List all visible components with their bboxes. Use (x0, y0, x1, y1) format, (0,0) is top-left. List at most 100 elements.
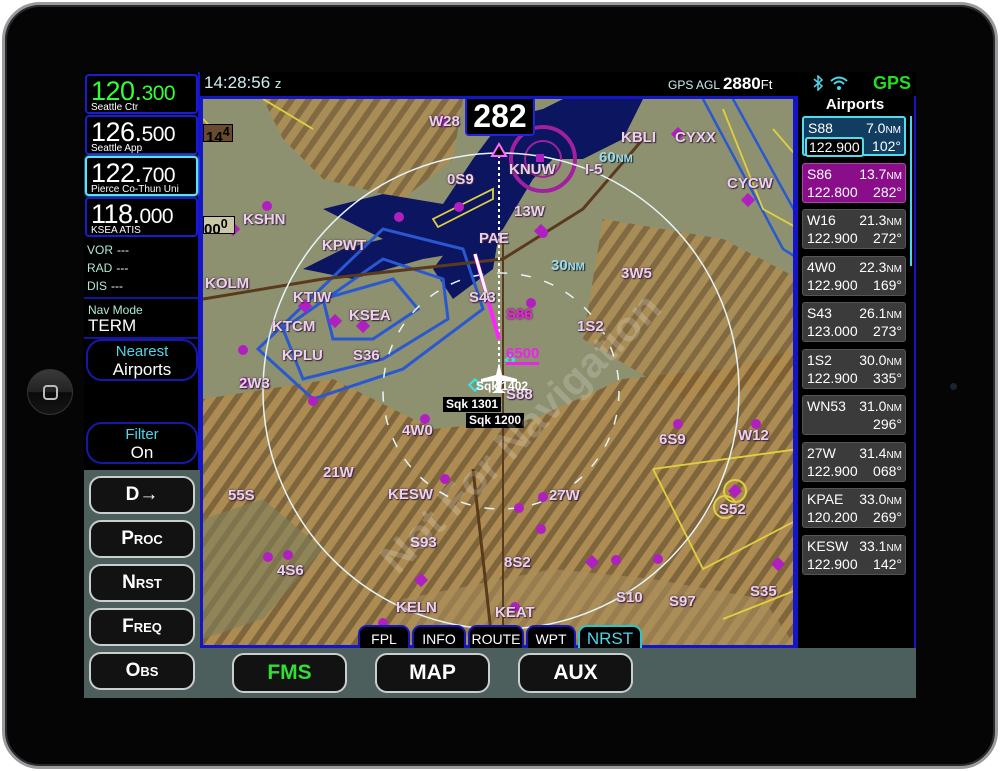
airport-id: 27W (807, 444, 836, 461)
airport-label[interactable]: 55S (228, 487, 255, 504)
bottom-key-bar: FMS MAP AUX (200, 648, 916, 698)
com-label: Pierce Co-Thun Uni (91, 184, 179, 195)
scrollbar[interactable] (910, 116, 912, 266)
airport-list-item[interactable]: W16 21.3NM 122.900 272° (802, 209, 906, 249)
airport-label[interactable]: KSHN (243, 211, 286, 228)
airport-label[interactable]: KPWT (322, 237, 366, 254)
com-frequency-3[interactable]: 122.700 Pierce Co-Thun Uni (85, 156, 198, 196)
airport-label[interactable]: 13W (514, 203, 545, 220)
home-square-icon (43, 385, 58, 400)
time-value: 14:28:56 (204, 73, 271, 92)
airport-label[interactable]: KSEA (349, 307, 391, 324)
airport-label[interactable]: S86 (506, 306, 533, 323)
airport-distance: 30.0NM (859, 352, 902, 368)
com-frequency-2[interactable]: 126.500 Seattle App (85, 115, 198, 155)
alt-tape-value: 00 (204, 221, 221, 238)
distance-unit: NM (885, 125, 901, 136)
altitude-tape-top: 144 (203, 124, 233, 146)
airport-bearing: 068° (873, 462, 902, 479)
map-label: MAP (409, 661, 456, 684)
airport-label[interactable]: W28 (429, 113, 460, 130)
status-bar: 14:28:56 z GPS AGL 2880Ft GPS (200, 72, 916, 96)
home-button[interactable] (27, 369, 73, 415)
airport-label[interactable]: S36 (353, 347, 380, 364)
airport-label[interactable]: 6S9 (659, 431, 686, 448)
tab-label: NRST (586, 629, 634, 648)
airport-list-item[interactable]: WN53 31.0NM 296° (802, 395, 906, 435)
airport-label[interactable]: PAE (479, 230, 509, 247)
direct-to-icon: D→ (125, 484, 159, 505)
airport-label[interactable]: CYXX (675, 129, 716, 146)
distance-value: 26.1 (859, 305, 887, 321)
airport-label[interactable]: 8S2 (504, 554, 531, 571)
airport-label[interactable]: KELN (396, 599, 437, 616)
com-frequency-4[interactable]: 118.000 KSEA ATIS (85, 197, 198, 237)
fms-button[interactable]: FMS (232, 653, 347, 693)
airport-label[interactable]: KTCM (272, 318, 315, 335)
airport-label[interactable]: CYCW (727, 175, 773, 192)
aux-button[interactable]: AUX (518, 653, 633, 693)
proc-button[interactable]: Proc (89, 520, 195, 558)
freq-button[interactable]: Freq (89, 608, 195, 646)
airport-bearing: 142° (873, 555, 902, 572)
airport-label[interactable]: W12 (738, 427, 769, 444)
distance-value: 7.0 (865, 120, 886, 136)
airport-list-item[interactable]: S88 7.0NM 122.900 102° (802, 116, 906, 157)
airport-label[interactable]: 2W3 (239, 375, 270, 392)
airport-label[interactable]: 3W5 (621, 265, 652, 282)
distance-unit: NM (886, 217, 902, 228)
direct-to-button[interactable]: D→ (89, 476, 195, 514)
zulu-time: 14:28:56 z (204, 73, 281, 93)
map-button[interactable]: MAP (375, 653, 490, 693)
airport-label[interactable]: 4S6 (277, 562, 304, 579)
airport-label[interactable]: S52 (719, 501, 746, 518)
vor-row: VOR --- (87, 243, 129, 257)
freq-label: Freq (122, 616, 162, 637)
airport-bearing: 169° (873, 276, 902, 293)
obs-button[interactable]: Obs (89, 652, 195, 690)
airport-label[interactable]: 0S9 (447, 171, 474, 188)
moving-map[interactable]: 282 144 000 60NM 30NM W28 0S9 KNUW KBLI … (200, 96, 796, 648)
dis-value: --- (111, 279, 124, 293)
airport-bearing: 273° (873, 323, 902, 339)
agl-label: GPS AGL (668, 78, 720, 92)
list-title: Airports (825, 96, 885, 113)
com-khz: 500 (141, 123, 176, 146)
com-khz: 300 (141, 82, 176, 105)
airport-frequency[interactable]: 122.900 (805, 137, 864, 157)
airport-id: KPAE (807, 491, 844, 507)
airport-label[interactable]: S35 (750, 583, 777, 600)
airport-label[interactable]: 21W (323, 464, 354, 481)
airport-list-item[interactable]: S43 26.1NM 123.000 273° (802, 302, 906, 342)
airport-label[interactable]: KTIW (293, 289, 331, 306)
ring-value: 30 (551, 257, 568, 274)
airport-bearing: 282° (873, 183, 902, 200)
airport-list-item[interactable]: 1S2 30.0NM 122.900 335° (802, 348, 906, 389)
airport-list-item[interactable]: 27W 31.4NM 122.900 068° (802, 441, 906, 482)
distance-unit: NM (886, 356, 902, 368)
airport-list-item[interactable]: KPAE 33.0NM 120.200 269° (802, 488, 906, 528)
filter-button[interactable]: Filter On (86, 422, 198, 464)
airport-label[interactable]: KEAT (495, 604, 535, 621)
range-ring-label-30: 30NM (551, 257, 585, 274)
gps-status: GPS (873, 73, 912, 93)
dis-label: DIS (87, 279, 108, 293)
airport-label[interactable]: 27W (549, 487, 580, 504)
airport-label[interactable]: S97 (669, 593, 696, 610)
highway-label: I-5 (585, 161, 603, 178)
com-frequency-1[interactable]: 120.300 Seattle Ctr (85, 74, 198, 114)
nearest-airports-button[interactable]: Nearest Airports (86, 339, 198, 381)
airport-label[interactable]: S43 (469, 289, 496, 306)
airport-frequency: 122.900 (807, 230, 858, 246)
airport-label[interactable]: 4W0 (402, 422, 433, 439)
airport-list-item[interactable]: S86 13.7NM 122.800 282° (802, 162, 906, 203)
airport-frequency: 123.000 (807, 323, 858, 339)
nrst-button[interactable]: Nrst (89, 564, 195, 602)
airport-label[interactable]: KBLI (621, 129, 656, 146)
airport-label[interactable]: KPLU (282, 347, 323, 364)
airport-list-item[interactable]: KESW 33.1NM 122.900 142° (802, 534, 906, 575)
airport-label[interactable]: S10 (616, 589, 643, 606)
airport-label[interactable]: KOLM (205, 275, 249, 292)
airport-list-item[interactable]: 4W0 22.3NM 122.900 169° (802, 255, 906, 296)
airport-label[interactable]: KNUW (509, 161, 556, 178)
